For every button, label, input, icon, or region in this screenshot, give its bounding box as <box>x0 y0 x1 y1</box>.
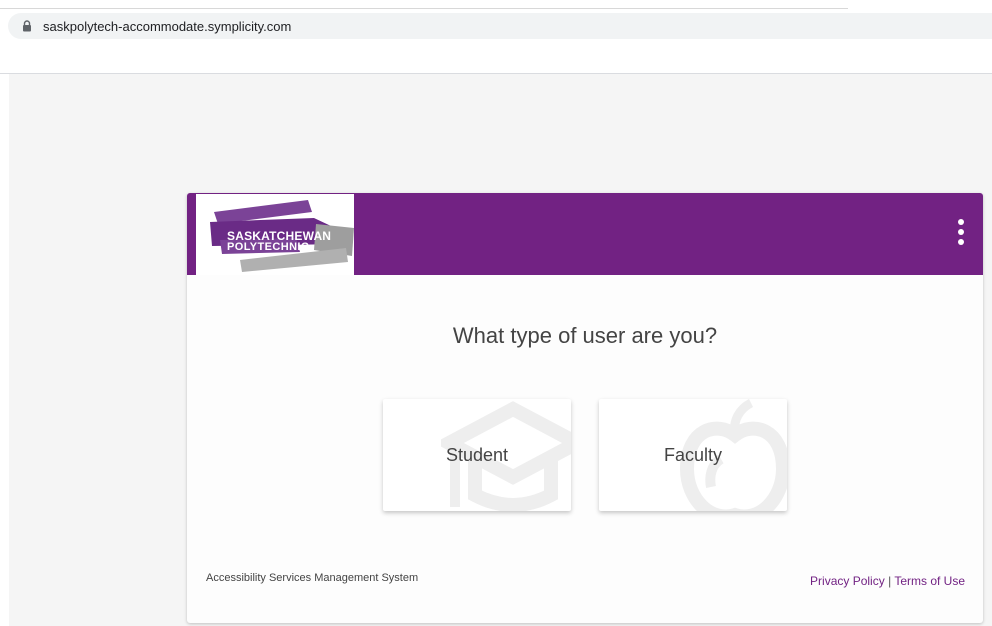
footer-links: Privacy Policy | Terms of Use <box>810 574 965 588</box>
terms-of-use-link[interactable]: Terms of Use <box>894 574 965 588</box>
url-text[interactable]: saskpolytech-accommodate.symplicity.com <box>43 19 291 34</box>
logo-text-line2: POLYTECHNIC <box>227 241 310 253</box>
saskatchewan-polytechnic-logo[interactable]: SASKATCHEWAN POLYTECHNIC <box>196 194 354 275</box>
student-button[interactable]: Student <box>383 399 571 511</box>
browser-top-border <box>0 8 848 9</box>
kebab-menu-icon[interactable] <box>957 219 965 245</box>
user-type-question: What type of user are you? <box>452 323 718 348</box>
address-bar[interactable]: saskpolytech-accommodate.symplicity.com <box>8 13 992 39</box>
faculty-button[interactable]: Faculty <box>599 399 787 511</box>
student-label: Student <box>445 444 509 465</box>
card-header: SASKATCHEWAN POLYTECHNIC <box>187 193 983 275</box>
page-viewport: SASKATCHEWAN POLYTECHNIC What type of us… <box>9 74 992 626</box>
system-name: Accessibility Services Management System <box>206 572 419 584</box>
lock-icon <box>20 19 34 33</box>
faculty-label: Faculty <box>663 444 723 465</box>
login-card: SASKATCHEWAN POLYTECHNIC What type of us… <box>187 193 983 623</box>
privacy-policy-link[interactable]: Privacy Policy <box>810 574 885 588</box>
footer-separator: | <box>888 574 892 588</box>
